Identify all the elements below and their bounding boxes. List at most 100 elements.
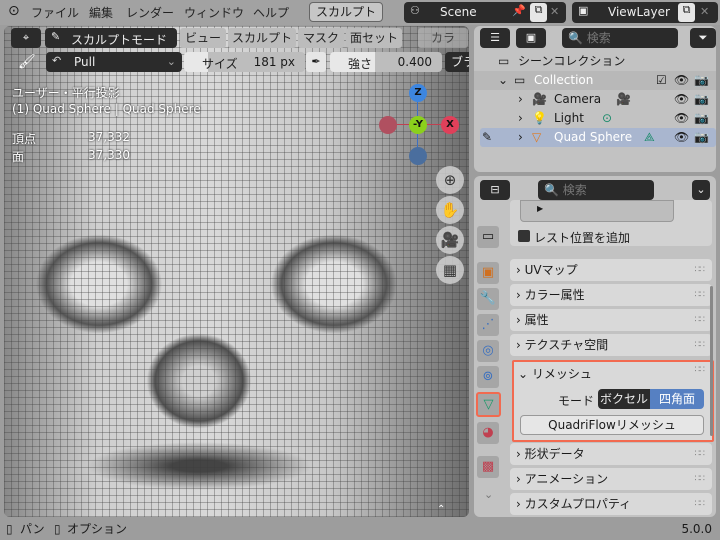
chevron-right-icon[interactable]: › xyxy=(518,128,523,147)
brush-settings-button[interactable]: ブラ xyxy=(445,52,469,72)
properties-search-input[interactable]: 🔍 検索 xyxy=(538,180,654,200)
object-interaction-icon[interactable]: ⌖ xyxy=(11,28,41,48)
view-layer-selector[interactable]: ▣ ViewLayer ⧉ ✕ xyxy=(572,2,718,23)
pin-icon[interactable]: 📌 xyxy=(512,4,526,17)
menu-face-sets[interactable]: 面セット xyxy=(346,28,402,48)
zoom-icon[interactable]: ⊕ xyxy=(436,166,464,194)
gizmo-neg-z[interactable] xyxy=(409,147,427,165)
object-tab-icon[interactable]: ▣ xyxy=(477,262,499,284)
drag-handle-icon[interactable]: ∷∷ xyxy=(695,259,706,281)
filter-icon[interactable]: ⏷ xyxy=(690,28,716,48)
close-icon[interactable]: ✕ xyxy=(550,5,559,18)
outliner-row-scene-collection[interactable]: ▭ シーンコレクション xyxy=(474,52,716,71)
gizmo-x[interactable]: X xyxy=(441,116,459,134)
pressure-size-icon[interactable]: ✒ xyxy=(306,52,326,72)
strength-slider[interactable]: 強さ 0.400 xyxy=(330,52,442,72)
physics-tab-icon[interactable]: ◎ xyxy=(477,340,499,362)
panel-texture-space[interactable]: › テクスチャ空間 ∷∷ xyxy=(510,334,712,356)
chevron-down-icon[interactable]: ⌄ xyxy=(484,488,493,501)
menu-view[interactable]: ビュー xyxy=(180,28,226,48)
remesh-header[interactable]: ⌄ リメッシュ xyxy=(518,365,592,382)
panel-shape-keys[interactable]: › 形状データ ∷∷ xyxy=(510,443,712,465)
outliner-row-light[interactable]: › 💡 Light ⊙ 👁 📷 xyxy=(474,109,716,128)
menu-window[interactable]: ウィンドウ xyxy=(184,4,244,21)
brush-selector[interactable]: ↶ Pull ⌄ xyxy=(46,52,182,72)
outliner-row-quad-sphere[interactable]: ✎ › ▽ Quad Sphere ⟁ 👁 📷 xyxy=(480,128,716,147)
drag-handle-icon[interactable]: ∷∷ xyxy=(695,468,706,490)
rest-position-checkbox[interactable] xyxy=(518,230,530,242)
menu-sculpt[interactable]: スカルプト xyxy=(228,28,296,48)
options-dropdown[interactable]: ⌄ xyxy=(692,180,710,200)
mesh-data-tab-icon[interactable]: ▽ xyxy=(476,392,501,417)
eye-icon[interactable]: 👁 xyxy=(674,128,689,147)
workspace-tab-sculpt[interactable]: スカルプト xyxy=(309,2,383,22)
panel-custom-properties[interactable]: › カスタムプロパティ ∷∷ xyxy=(510,493,712,515)
3d-viewport[interactable]: ⌖ ✎ スカルプトモード ビュー スカルプト マスク 面セット カラ 🖌 ↶ P… xyxy=(4,26,469,517)
new-view-layer-icon[interactable]: ⧉ xyxy=(678,3,695,22)
gizmo-neg-x[interactable] xyxy=(379,116,397,134)
texture-tab-icon[interactable]: ▩ xyxy=(477,456,499,478)
camera-data-icon[interactable]: 🎥 xyxy=(616,90,631,109)
render-camera-icon[interactable]: 📷 xyxy=(694,128,709,147)
pan-hand-icon[interactable]: ✋ xyxy=(436,196,464,224)
checkbox-icon[interactable]: ☑ xyxy=(656,71,667,90)
drag-handle-icon[interactable]: ∷∷ xyxy=(695,493,706,515)
material-tab-icon[interactable]: ◕ xyxy=(477,422,499,444)
particles-tab-icon[interactable]: ⋰ xyxy=(477,314,499,336)
panel-uv-maps[interactable]: › UVマップ ∷∷ xyxy=(510,259,712,281)
new-scene-icon[interactable]: ⧉ xyxy=(530,3,547,22)
scrollbar[interactable] xyxy=(710,286,713,436)
scene-selector[interactable]: ⚇ Scene 📌 ⧉ ✕ xyxy=(404,2,566,23)
close-icon[interactable]: ✕ xyxy=(700,5,709,18)
drag-handle-icon[interactable]: ∷∷ xyxy=(695,309,706,331)
display-mode-icon[interactable]: ☰ xyxy=(480,28,510,48)
collapsed-subpanel[interactable]: ▶ xyxy=(520,200,674,222)
drag-handle-icon[interactable]: ∷∷ xyxy=(695,365,706,375)
chevron-right-icon[interactable]: › xyxy=(518,109,523,128)
render-camera-icon[interactable]: 📷 xyxy=(694,109,709,128)
chevron-down-icon[interactable]: ⌄ xyxy=(498,71,508,90)
collection-tab-icon[interactable]: ▭ xyxy=(477,226,499,248)
outliner-search-input[interactable]: 🔍 検索 xyxy=(562,28,678,48)
mesh-data-icon[interactable]: ⟁ xyxy=(644,128,655,147)
filter-view-icon[interactable]: ▣ xyxy=(516,28,546,48)
panel-attributes[interactable]: › 属性 ∷∷ xyxy=(510,309,712,331)
mode-voxel[interactable]: ボクセル xyxy=(598,389,650,409)
editor-type-icon[interactable]: ⊟ xyxy=(480,180,510,200)
constraints-tab-icon[interactable]: ⊚ xyxy=(477,366,499,388)
camera-object-icon: 🎥 xyxy=(532,92,547,106)
chevron-right-icon[interactable]: › xyxy=(518,90,523,109)
menu-file[interactable]: ファイル xyxy=(31,4,79,21)
camera-view-icon[interactable]: 🎥 xyxy=(436,226,464,254)
menu-help[interactable]: ヘルプ xyxy=(253,4,289,21)
panel-color-attributes[interactable]: › カラー属性 ∷∷ xyxy=(510,284,712,306)
gizmo-z[interactable]: Z xyxy=(409,84,427,102)
size-slider[interactable]: サイズ 181 px xyxy=(184,52,305,72)
quadriflow-remesh-button[interactable]: QuadriFlowリメッシュ xyxy=(520,415,704,435)
outliner-row-camera[interactable]: › 🎥 Camera 🎥 👁 📷 xyxy=(474,90,716,109)
render-camera-icon[interactable]: 📷 xyxy=(694,90,709,109)
menu-render[interactable]: レンダー xyxy=(126,4,174,21)
chevron-up-icon[interactable]: ⌃ xyxy=(437,504,445,515)
brush-icon[interactable]: 🖌 xyxy=(18,54,36,70)
light-data-icon[interactable]: ⊙ xyxy=(602,109,612,128)
gizmo-neg-y[interactable]: -Y xyxy=(409,116,427,134)
mode-selector[interactable]: ✎ スカルプトモード xyxy=(45,28,177,48)
drag-handle-icon[interactable]: ∷∷ xyxy=(695,334,706,356)
mode-quad[interactable]: 四角面 xyxy=(650,389,704,409)
blender-logo-icon[interactable]: ⊙ xyxy=(8,3,20,19)
render-camera-icon[interactable]: 📷 xyxy=(694,71,709,90)
eye-icon[interactable]: 👁 xyxy=(674,90,689,109)
drag-handle-icon[interactable]: ∷∷ xyxy=(695,284,706,306)
menu-mask[interactable]: マスク xyxy=(298,28,344,48)
drag-handle-icon[interactable]: ∷∷ xyxy=(695,443,706,465)
menu-edit[interactable]: 編集 xyxy=(89,4,113,21)
mode-toggle: ボクセル 四角面 xyxy=(598,389,704,409)
panel-animation[interactable]: › アニメーション ∷∷ xyxy=(510,468,712,490)
color-attribute-menu[interactable]: カラ xyxy=(418,28,468,48)
ortho-grid-icon[interactable]: ▦ xyxy=(436,256,464,284)
eye-icon[interactable]: 👁 xyxy=(674,109,689,128)
modifier-tab-icon[interactable]: 🔧 xyxy=(477,288,499,310)
eye-icon[interactable]: 👁 xyxy=(674,71,689,90)
outliner-row-collection[interactable]: ⌄ ▭ Collection ☑ 👁 📷 xyxy=(474,71,716,90)
